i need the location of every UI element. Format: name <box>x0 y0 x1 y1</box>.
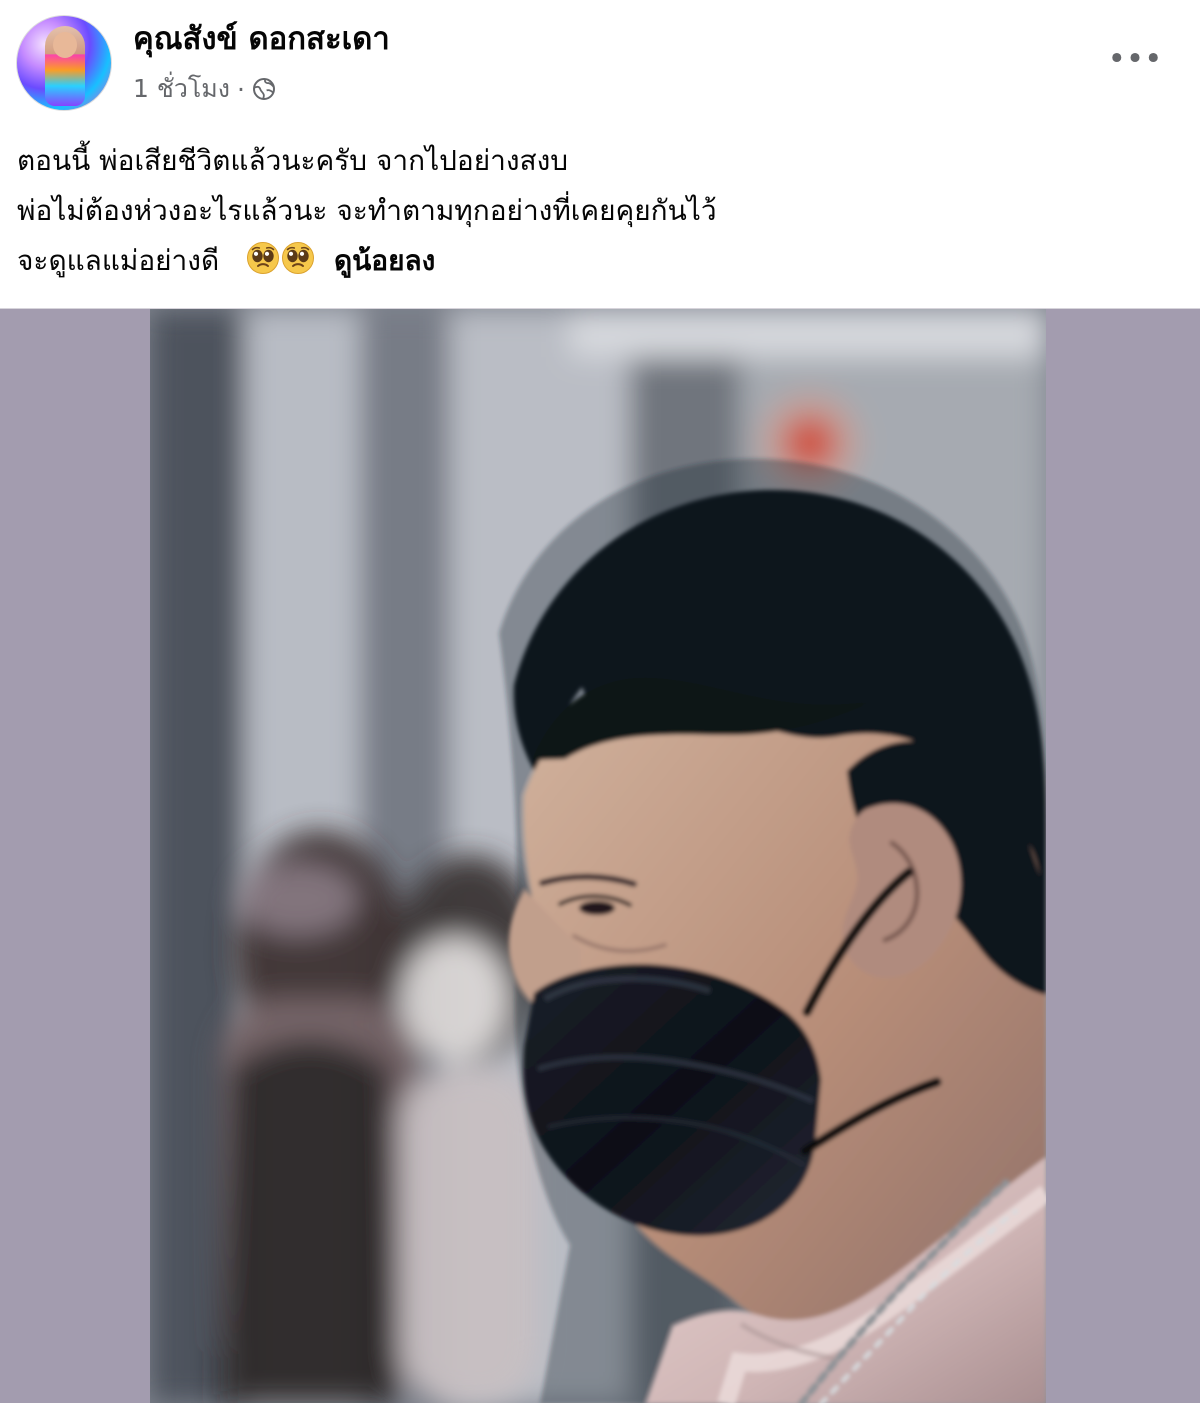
post-header: คุณสังข์ ดอกสะเดา 1 ชั่วโมง · ••• <box>0 0 1200 118</box>
meta-separator: · <box>236 74 245 104</box>
author-avatar[interactable] <box>16 15 112 111</box>
pleading-face-emoji-icon <box>246 241 280 275</box>
see-less-link[interactable]: ดูน้อยลง <box>334 244 435 277</box>
post-timestamp[interactable]: 1 ชั่วโมง <box>133 69 230 109</box>
more-options-icon[interactable]: ••• <box>1108 41 1163 77</box>
post-message-line-1: ตอนนี้ พ่อเสียชีวิตแล้วนะครับ จากไปอย่าง… <box>17 144 569 177</box>
post-photo-container <box>0 308 1200 1403</box>
pleading-face-emojis <box>246 241 315 275</box>
post-photo[interactable] <box>150 309 1046 1403</box>
post-message-line-2: พ่อไม่ต้องห่วงอะไรแล้วนะ จะทำตามทุกอย่าง… <box>17 194 717 227</box>
globe-icon[interactable] <box>252 77 276 101</box>
post-message-line-3: จะดูแลแม่อย่างดี ดูน้อยลง <box>17 236 1167 286</box>
pleading-face-emoji-icon <box>281 241 315 275</box>
post-message-line-3-text: จะดูแลแม่อย่างดี <box>17 244 220 277</box>
avatar-face <box>53 32 77 58</box>
author-name[interactable]: คุณสังข์ ดอกสะเดา <box>133 20 390 58</box>
post-meta: 1 ชั่วโมง · <box>133 72 276 106</box>
post-message: ตอนนี้ พ่อเสียชีวิตแล้วนะครับ จากไปอย่าง… <box>17 136 1167 286</box>
facebook-post: คุณสังข์ ดอกสะเดา 1 ชั่วโมง · ••• ตอนนี้… <box>0 0 1200 1403</box>
